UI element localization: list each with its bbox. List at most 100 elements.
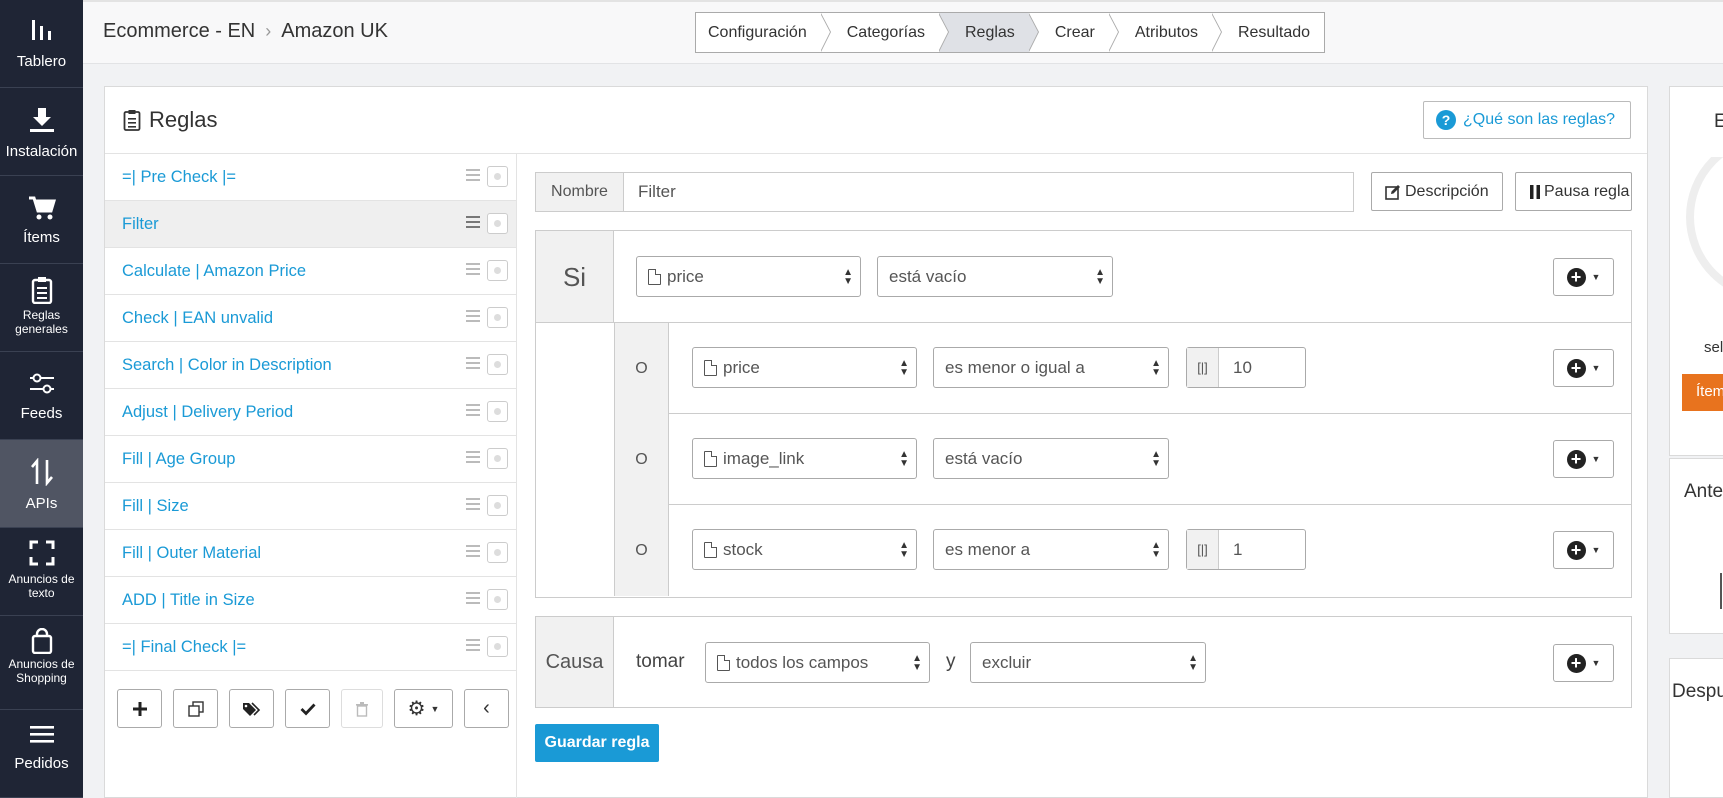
take-field-select[interactable]: todos los campos ▲ ▼	[705, 642, 930, 683]
drag-handle-icon[interactable]	[466, 498, 480, 512]
rule-toggle[interactable]	[487, 448, 508, 469]
step-crear[interactable]: Crear	[1029, 13, 1119, 52]
condition-value-input[interactable]: [|] 1	[1186, 529, 1306, 570]
drag-handle-icon[interactable]	[466, 639, 480, 653]
condition-value: 1	[1233, 539, 1243, 559]
step-categorias[interactable]: Categorías	[821, 13, 950, 52]
step-resultado[interactable]: Resultado	[1212, 13, 1324, 52]
rule-toggle[interactable]	[487, 495, 508, 516]
add-condition-dropdown[interactable]: + ▼	[1553, 531, 1614, 569]
rule-toggle[interactable]	[487, 589, 508, 610]
rule-list-item[interactable]: Calculate | Amazon Price	[105, 248, 516, 295]
rule-toggle[interactable]	[487, 636, 508, 657]
condition-field-select[interactable]: image_link ▲ ▼	[692, 438, 917, 479]
description-button[interactable]: Descripción	[1371, 172, 1503, 211]
help-button[interactable]: ? ¿Qué son las reglas?	[1423, 101, 1631, 139]
drag-handle-icon[interactable]	[466, 404, 480, 418]
rule-label: Adjust | Delivery Period	[122, 402, 294, 421]
condition-value-input[interactable]: [|] 10	[1186, 347, 1306, 388]
breadcrumb-item[interactable]: Ecommerce - EN	[103, 20, 255, 43]
rule-toggle[interactable]	[487, 260, 508, 281]
tags-button[interactable]	[229, 689, 274, 728]
caret-down-icon: ▼	[1591, 272, 1601, 282]
add-rule-button[interactable]	[117, 689, 162, 728]
clipboard-icon	[123, 110, 141, 131]
condition-field-select[interactable]: stock ▲ ▼	[692, 529, 917, 570]
condition-operator-select[interactable]: está vacío ▲ ▼	[877, 256, 1113, 297]
rule-list-item[interactable]: =| Pre Check |=	[105, 154, 516, 201]
step-atributos[interactable]: Atributos	[1109, 13, 1223, 52]
nav-reglas-generales[interactable]: Reglas generales	[0, 264, 83, 352]
caret-down-icon: ▼	[1591, 545, 1601, 555]
step-reglas[interactable]: Reglas	[939, 13, 1039, 52]
nav-anuncios-texto[interactable]: Anuncios de texto	[0, 528, 83, 616]
nav-pedidos[interactable]: Pedidos	[0, 710, 83, 798]
add-condition-dropdown[interactable]: + ▼	[1553, 440, 1614, 478]
rule-list-toolbar: ⚙ ▼ ‹	[117, 689, 509, 728]
rule-toggle[interactable]	[487, 401, 508, 422]
dashboard-icon	[31, 20, 51, 40]
take-label: tomar	[636, 651, 685, 672]
rule-list-item[interactable]: Fill | Outer Material	[105, 530, 516, 577]
conditions-block: Si price ▲ ▼ está vacío ▲ ▼ + ▼ O price ▲ ▼ es …	[535, 230, 1632, 598]
nav-label: Pedidos	[14, 755, 69, 772]
pause-icon	[1530, 184, 1540, 199]
drag-handle-icon[interactable]	[466, 216, 480, 230]
drag-handle-icon[interactable]	[466, 545, 480, 559]
drag-handle-icon[interactable]	[466, 451, 480, 465]
action-select[interactable]: excluir ▲ ▼	[970, 642, 1206, 683]
rule-toggle[interactable]	[487, 166, 508, 187]
save-rule-button[interactable]: Guardar regla	[535, 724, 659, 762]
settings-dropdown[interactable]: ⚙ ▼	[394, 689, 453, 728]
rule-toggle[interactable]	[487, 542, 508, 563]
rule-list-item[interactable]: Filter	[105, 201, 516, 248]
rule-toggle[interactable]	[487, 213, 508, 234]
condition-operator-select[interactable]: está vacío ▲ ▼	[933, 438, 1169, 479]
collapse-list-button[interactable]: ‹	[464, 689, 509, 728]
pause-rule-button[interactable]: Pausa regla	[1515, 172, 1632, 211]
select-caret-icon: ▲ ▼	[843, 267, 853, 287]
step-configuracion[interactable]: Configuración	[696, 13, 831, 52]
nav-apis[interactable]: APIs	[0, 440, 83, 528]
check-button[interactable]	[285, 689, 330, 728]
condition-operator-select[interactable]: es menor a ▲ ▼	[933, 529, 1169, 570]
rule-list-item[interactable]: Fill | Size	[105, 483, 516, 530]
nav-anuncios-shopping[interactable]: Anuncios de Shopping	[0, 616, 83, 710]
progress-ring-icon	[1686, 157, 1723, 287]
drag-handle-icon[interactable]	[466, 592, 480, 606]
nav-items[interactable]: Ítems	[0, 176, 83, 264]
nav-feeds[interactable]: Feeds	[0, 352, 83, 440]
condition-field-select[interactable]: price ▲ ▼	[692, 347, 917, 388]
rule-list-item[interactable]: =| Final Check |=	[105, 624, 516, 671]
rule-toggle[interactable]	[487, 354, 508, 375]
rule-list-item[interactable]: Search | Color in Description	[105, 342, 516, 389]
file-icon	[704, 541, 717, 558]
items-button[interactable]: Ítem	[1682, 374, 1723, 411]
rule-toggle[interactable]	[487, 307, 508, 328]
preview-card: E sel Ítem	[1669, 86, 1723, 456]
copy-rule-button[interactable]	[173, 689, 218, 728]
add-condition-dropdown[interactable]: + ▼	[1553, 349, 1614, 387]
rule-list-item[interactable]: Fill | Age Group	[105, 436, 516, 483]
name-row: Nombre Descripción Pausa regla	[535, 172, 1632, 212]
rule-name-input[interactable]	[623, 172, 1354, 212]
drag-handle-icon[interactable]	[466, 263, 480, 277]
add-action-dropdown[interactable]: + ▼	[1553, 644, 1614, 682]
rule-label: =| Final Check |=	[122, 637, 247, 656]
delete-rule-button[interactable]	[341, 689, 383, 728]
drag-handle-icon[interactable]	[466, 357, 480, 371]
preview-card-title: E	[1714, 111, 1723, 133]
rule-list-item[interactable]: ADD | Title in Size	[105, 577, 516, 624]
drag-handle-icon[interactable]	[466, 310, 480, 324]
add-condition-dropdown[interactable]: + ▼	[1553, 258, 1614, 296]
rule-list-item[interactable]: Adjust | Delivery Period	[105, 389, 516, 436]
drag-handle-icon[interactable]	[466, 169, 480, 183]
condition-operator-select[interactable]: es menor o igual a ▲ ▼	[933, 347, 1169, 388]
caret-down-icon: ▼	[1591, 658, 1601, 668]
expand-icon	[29, 540, 54, 566]
caret-down-icon: ▼	[1591, 454, 1601, 464]
rule-list-item[interactable]: Check | EAN unvalid	[105, 295, 516, 342]
condition-field-select[interactable]: price ▲ ▼	[636, 256, 861, 297]
nav-instalacion[interactable]: Instalación	[0, 88, 83, 176]
nav-tablero[interactable]: Tablero	[0, 0, 83, 88]
